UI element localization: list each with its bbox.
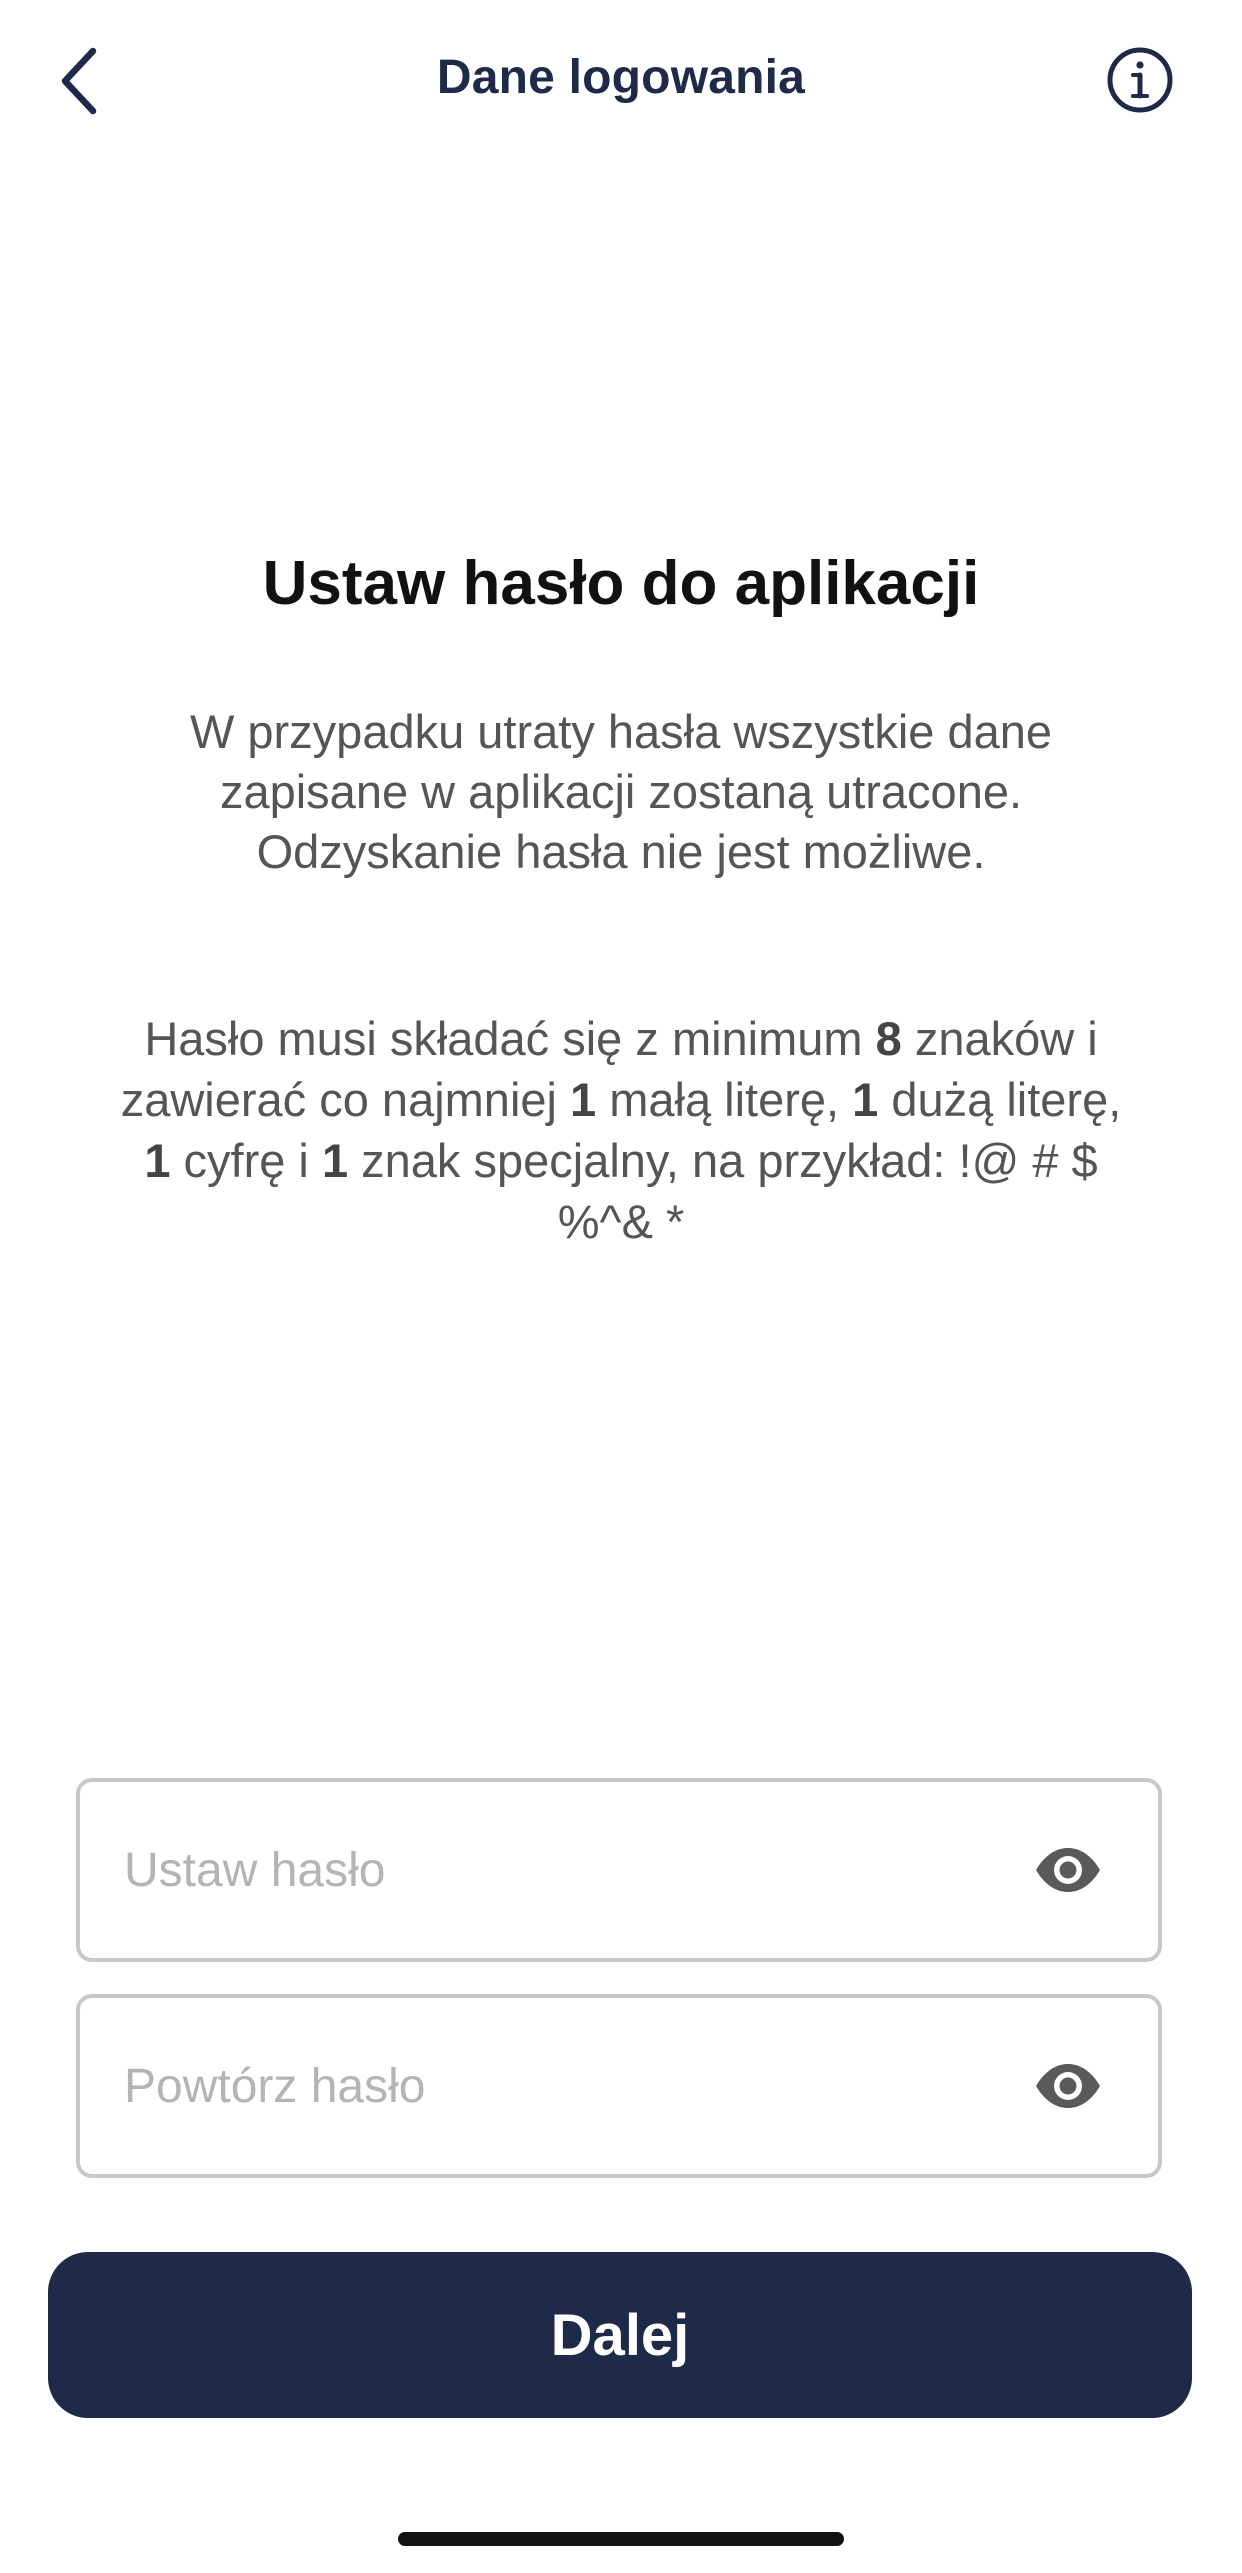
warning-text: W przypadku utraty hasła wszystkie dane … (100, 702, 1142, 882)
rules-line: 1 cyfrę i 1 znak specjalny, na przykład:… (144, 1134, 1098, 1187)
eye-icon (1036, 2064, 1100, 2108)
header-title: Dane logowania (436, 51, 806, 104)
password-rules-text: Hasło musi składać się z minimum 8 znakó… (60, 1008, 1182, 1252)
navigation-bar: Dane logowania (0, 0, 1242, 170)
home-indicator[interactable] (398, 2532, 844, 2546)
warning-line: W przypadku utraty hasła wszystkie dane (189, 705, 1053, 758)
rules-line: zawierać co najmniej 1 małą literę, 1 du… (120, 1073, 1122, 1126)
show-confirm-password-button[interactable] (1028, 2046, 1108, 2126)
rules-line: Hasło musi składać się z minimum 8 znakó… (144, 1012, 1098, 1065)
password-field[interactable] (76, 1778, 1162, 1962)
info-button[interactable] (1100, 40, 1180, 120)
rules-line: %^& * (557, 1195, 685, 1248)
next-button[interactable]: Dalej (48, 2252, 1192, 2418)
eye-icon (1036, 1848, 1100, 1892)
password-input[interactable] (124, 1782, 984, 1958)
confirm-password-field[interactable] (76, 1994, 1162, 2178)
confirm-password-input[interactable] (124, 1998, 984, 2174)
page-title: Ustaw hasło do aplikacji (262, 549, 980, 618)
warning-line: Odzyskanie hasła nie jest możliwe. (256, 825, 986, 878)
info-circle-icon (1107, 47, 1173, 113)
warning-line: zapisane w aplikacji zostaną utracone. (219, 765, 1023, 818)
show-password-button[interactable] (1028, 1830, 1108, 1910)
